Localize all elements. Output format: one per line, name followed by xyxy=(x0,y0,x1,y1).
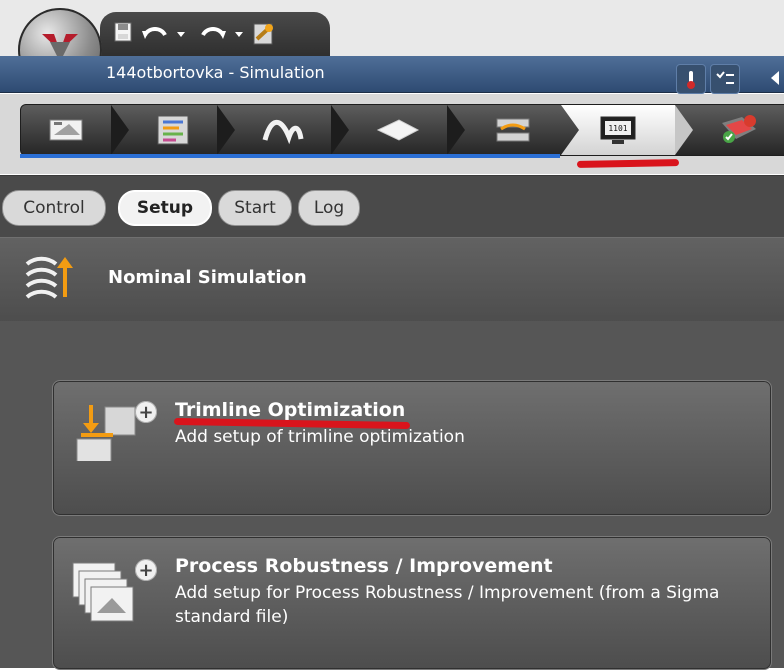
checklist-icon xyxy=(716,71,734,84)
wrench-icon xyxy=(253,23,273,45)
tab-log[interactable]: Log xyxy=(298,190,360,226)
nominal-simulation-icon xyxy=(25,256,73,299)
arrow-left-icon xyxy=(771,71,779,85)
tab-start[interactable]: Start xyxy=(218,190,292,226)
plus-icon: + xyxy=(135,559,157,581)
process-robustness-card[interactable]: + Process Robustness / Improvement Add s… xyxy=(52,536,772,670)
curve-icon xyxy=(262,119,304,145)
simulation-monitor-label: 1101 xyxy=(608,124,627,133)
chevron-down-icon xyxy=(177,32,185,37)
document-icon xyxy=(49,119,83,141)
process-robustness-icon xyxy=(72,562,134,622)
thermometer-icon xyxy=(687,71,695,89)
card-title: Process Robustness / Improvement xyxy=(175,555,553,577)
workflow-step-list[interactable] xyxy=(129,105,217,155)
card-description: Add setup of trimline optimization xyxy=(175,427,465,447)
save-icon xyxy=(114,22,132,42)
workflow-bar: 1101 xyxy=(20,104,784,156)
trimline-optimization-card[interactable]: + Trimline Optimization Add setup of tri… xyxy=(52,380,772,516)
thermometer-button[interactable] xyxy=(676,64,706,94)
workflow-step-document[interactable] xyxy=(21,105,111,155)
workflow-step-sheet[interactable] xyxy=(349,105,447,155)
plus-icon: + xyxy=(135,401,157,423)
workflow-step-die[interactable] xyxy=(465,105,561,155)
section-title: Nominal Simulation xyxy=(108,267,307,288)
undo-icon xyxy=(142,27,167,39)
undo-dropdown[interactable] xyxy=(176,22,186,46)
tab-setup[interactable]: Setup xyxy=(118,190,212,226)
checklist-button[interactable] xyxy=(710,64,740,94)
redo-icon xyxy=(201,27,226,39)
redo-button[interactable] xyxy=(197,22,229,46)
trimline-optimization-icon xyxy=(76,405,136,461)
chevron-down-icon xyxy=(235,32,243,37)
redo-dropdown[interactable] xyxy=(234,22,244,46)
workflow-step-curve[interactable] xyxy=(235,105,331,155)
workflow-step-results[interactable] xyxy=(693,105,784,155)
save-button[interactable] xyxy=(114,22,132,42)
workflow-step-simulation[interactable]: 1101 xyxy=(561,105,675,155)
undo-button[interactable] xyxy=(139,22,171,46)
die-icon xyxy=(496,118,530,142)
list-icon xyxy=(157,115,189,145)
workflow-progress-line xyxy=(20,154,560,158)
tools-button[interactable] xyxy=(250,22,276,46)
simulation-monitor-icon: 1101 xyxy=(600,116,636,144)
card-description: Add setup for Process Robustness / Impro… xyxy=(175,583,720,627)
result-check-icon xyxy=(722,115,756,143)
panel-arrow-button[interactable] xyxy=(766,64,784,92)
window-title: 144otbortovka - Simulation xyxy=(106,63,325,82)
sheet-icon xyxy=(376,119,420,141)
tab-control[interactable]: Control xyxy=(2,190,106,226)
